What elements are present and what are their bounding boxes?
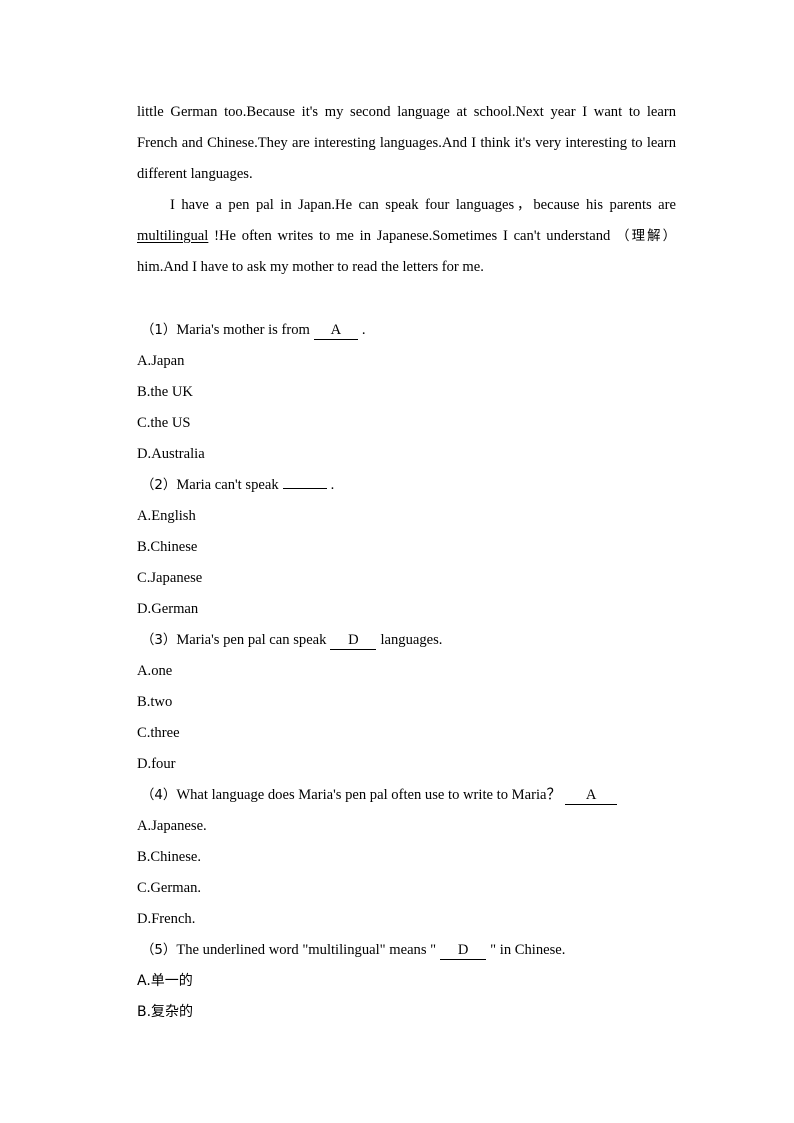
- question-3-option-c[interactable]: C.three: [137, 718, 676, 749]
- question-1-option-d[interactable]: D.Australia: [137, 439, 676, 470]
- question-5-option-a-label: A.单一的: [137, 973, 193, 989]
- question-3-option-b[interactable]: B.two: [137, 687, 676, 718]
- question-4-option-a[interactable]: A.Japanese.: [137, 811, 676, 842]
- question-2-option-a[interactable]: A.English: [137, 501, 676, 532]
- question-1-trailing: .: [361, 322, 366, 338]
- question-4-stem: （4）What language does Maria's pen pal of…: [137, 780, 676, 811]
- worksheet-page: little German too.Because it's my second…: [0, 0, 794, 1123]
- question-3-option-a[interactable]: A.one: [137, 656, 676, 687]
- question-4-option-c[interactable]: C.German.: [137, 873, 676, 904]
- passage-paragraph-2: I have a pen pal in Japan.He can speak f…: [137, 190, 676, 283]
- question-1-stem: （1）Maria's mother is from A.: [137, 315, 676, 346]
- question-1-option-a[interactable]: A.Japan: [137, 346, 676, 377]
- passage-paragraph-1: little German too.Because it's my second…: [137, 104, 676, 182]
- question-3-number: （3）: [141, 633, 177, 648]
- question-4-answer-blank[interactable]: A: [565, 786, 618, 805]
- underlined-vocabulary-word: multilingual: [137, 228, 209, 244]
- passage-p2-chinese-gloss: （理解）: [616, 229, 677, 244]
- question-2-option-c[interactable]: C.Japanese: [137, 563, 676, 594]
- question-5-option-b[interactable]: B.复杂的: [137, 997, 676, 1028]
- question-5-trailing: " in Chinese.: [490, 942, 566, 958]
- passage-p2-segment-1: I have a pen pal in Japan.He can speak f…: [170, 197, 515, 213]
- question-4-option-b[interactable]: B.Chinese.: [137, 842, 676, 873]
- question-1-option-c[interactable]: C.the US: [137, 408, 676, 439]
- question-1-number: （1）: [141, 323, 177, 338]
- question-3-option-d[interactable]: D.four: [137, 749, 676, 780]
- question-5-text: The underlined word "multilingual" means…: [176, 942, 437, 958]
- question-5-number: （5）: [141, 943, 177, 958]
- question-5-option-b-label: B.复杂的: [137, 1004, 194, 1020]
- question-2-option-d[interactable]: D.German: [137, 594, 676, 625]
- question-5-answer-blank[interactable]: D: [440, 941, 487, 960]
- question-3-trailing: languages.: [380, 632, 443, 648]
- question-5-option-a[interactable]: A.单一的: [137, 966, 676, 997]
- question-2-number: （2）: [141, 478, 177, 493]
- question-3-stem: （3）Maria's pen pal can speak Dlanguages.: [137, 625, 676, 656]
- question-1-answer-blank[interactable]: A: [313, 321, 358, 340]
- document-content: little German too.Because it's my second…: [137, 97, 676, 1028]
- passage-p2-comma: ，: [514, 198, 534, 213]
- passage-p2-segment-4: him.And I have to ask my mother to read …: [137, 259, 484, 275]
- question-1-option-b[interactable]: B.the UK: [137, 377, 676, 408]
- passage-p2-segment-3: !He often writes to me in Japanese.Somet…: [208, 228, 617, 244]
- question-4-number: （4）: [141, 788, 177, 803]
- question-4-text: What language does Maria's pen pal often…: [176, 787, 562, 803]
- question-2-trailing: .: [330, 477, 335, 493]
- question-2-option-b[interactable]: B.Chinese: [137, 532, 676, 563]
- question-3-answer-blank[interactable]: D: [330, 631, 377, 650]
- question-2-answer-blank[interactable]: [282, 488, 327, 489]
- passage-p2-segment-2: because his parents are: [533, 197, 676, 213]
- question-5-stem: （5）The underlined word "multilingual" me…: [137, 935, 676, 966]
- question-4-option-d[interactable]: D.French.: [137, 904, 676, 935]
- question-3-text: Maria's pen pal can speak: [176, 632, 327, 648]
- question-2-text: Maria can't speak: [176, 477, 279, 493]
- question-1-text: Maria's mother is from: [176, 322, 310, 338]
- question-2-stem: （2）Maria can't speak.: [137, 470, 676, 501]
